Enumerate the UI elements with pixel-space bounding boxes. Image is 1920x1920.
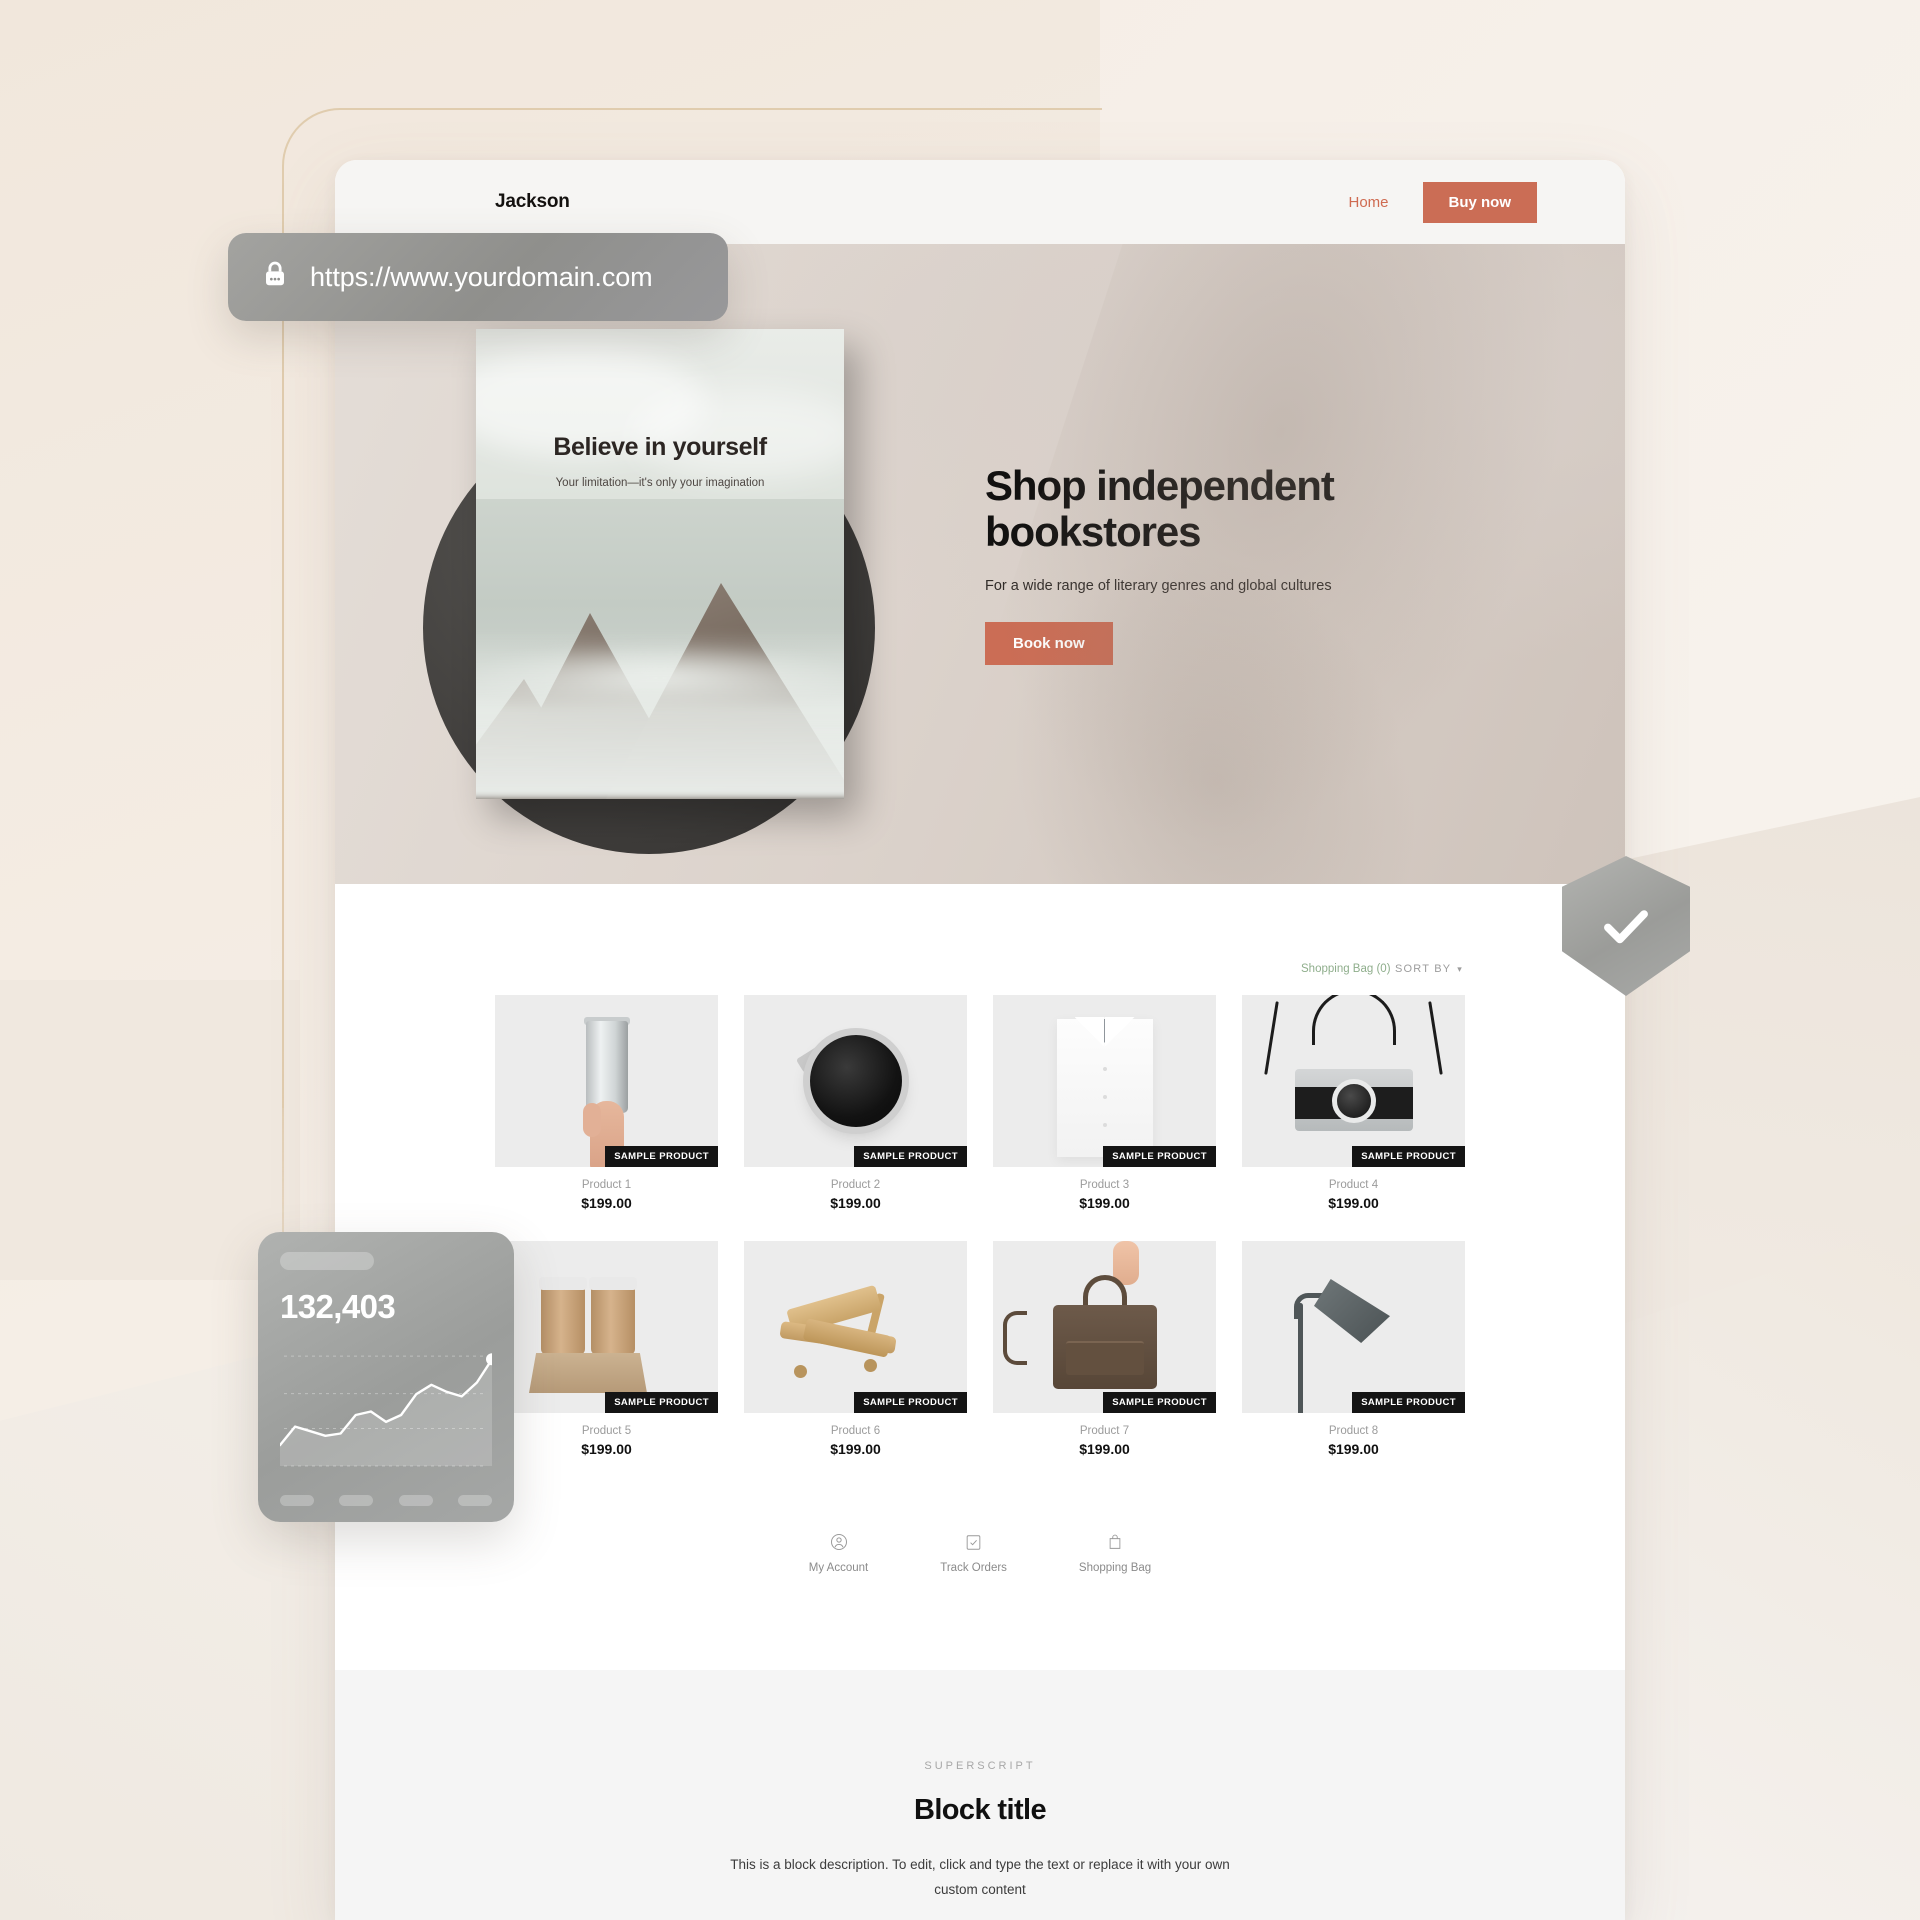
- sample-product-badge: SAMPLE PRODUCT: [1352, 1392, 1465, 1413]
- block-superscript: SUPERSCRIPT: [924, 1760, 1036, 1772]
- analytics-tick: [398, 1495, 433, 1506]
- product-card[interactable]: SAMPLE PRODUCT Product 5 $199.00: [495, 1241, 718, 1457]
- product-price: $199.00: [1328, 1441, 1379, 1457]
- product-grid: SAMPLE PRODUCT Product 1 $199.00 SAMPLE …: [495, 995, 1465, 1457]
- footer-link-track-orders[interactable]: Track Orders: [940, 1531, 1007, 1574]
- browser-window: Jackson Home Buy now Believe in yourself: [335, 160, 1625, 1920]
- product-art-desk-lamp: [1242, 1241, 1465, 1413]
- product-price: $199.00: [830, 1195, 881, 1211]
- product-art-shirt: [993, 995, 1216, 1167]
- product-thumbnail[interactable]: SAMPLE PRODUCT: [993, 995, 1216, 1167]
- hero-image-area: Believe in yourself Your limitation—it's…: [335, 244, 975, 884]
- analytics-tick: [339, 1495, 374, 1506]
- footer-link-my-account[interactable]: My Account: [809, 1531, 868, 1574]
- book-mountain-art: [476, 499, 844, 799]
- product-art-camera: [1242, 995, 1465, 1167]
- product-price: $199.00: [1079, 1441, 1130, 1457]
- background-pale-block: [0, 980, 300, 1280]
- shopping-bag-icon: [1079, 1531, 1151, 1553]
- footer-link-label: Shopping Bag: [1078, 1562, 1152, 1574]
- product-card[interactable]: SAMPLE PRODUCT Product 6 $199.00: [744, 1241, 967, 1457]
- product-thumbnail[interactable]: SAMPLE PRODUCT: [1242, 1241, 1465, 1413]
- product-art-tumbler: [495, 995, 718, 1167]
- product-card[interactable]: SAMPLE PRODUCT Product 8 $199.00: [1242, 1241, 1465, 1457]
- product-name: Product 3: [1079, 1179, 1130, 1191]
- block-description: This is a block description. To edit, cl…: [730, 1857, 1230, 1897]
- analytics-tick: [280, 1495, 314, 1506]
- analytics-chart: [278, 1340, 498, 1474]
- site-brand: Jackson: [495, 191, 570, 212]
- sample-product-badge: SAMPLE PRODUCT: [1352, 1146, 1465, 1167]
- product-thumbnail[interactable]: SAMPLE PRODUCT: [1242, 995, 1465, 1167]
- analytics-axis-ticks: [280, 1495, 492, 1506]
- site-footer-links: My Account Track Orders Shopping Bag: [335, 1457, 1625, 1670]
- book-cover-image: Believe in yourself Your limitation—it's…: [476, 329, 844, 799]
- analytics-card-overlay: 132,403: [258, 1232, 514, 1522]
- product-price: $199.00: [581, 1441, 632, 1457]
- block-section: SUPERSCRIPT Block title This is a block …: [335, 1670, 1625, 1920]
- product-price: $199.00: [1079, 1195, 1130, 1211]
- block-title: Block title: [914, 1794, 1047, 1826]
- product-name: Product 1: [581, 1179, 632, 1191]
- analytics-value: 132,403: [280, 1288, 396, 1325]
- product-name: Product 8: [1328, 1425, 1379, 1437]
- url-pill-overlay[interactable]: https://www.yourdomain.com: [228, 233, 728, 321]
- site-header: Jackson Home Buy now: [335, 160, 1625, 244]
- product-price: $199.00: [581, 1195, 632, 1211]
- sample-product-badge: SAMPLE PRODUCT: [1103, 1146, 1216, 1167]
- shop-toolbar: Shopping Bag (0) SORT BY ▾: [495, 952, 1465, 977]
- footer-link-label: Track Orders: [940, 1562, 1007, 1574]
- product-thumbnail[interactable]: SAMPLE PRODUCT: [495, 1241, 718, 1413]
- sort-by-control[interactable]: SORT BY ▾: [1395, 963, 1463, 975]
- sample-product-badge: SAMPLE PRODUCT: [605, 1146, 718, 1167]
- nav-link-home[interactable]: Home: [1348, 194, 1388, 211]
- product-name: Product 4: [1328, 1179, 1379, 1191]
- product-art-leather-bag: [993, 1241, 1216, 1413]
- checklist-icon: [940, 1531, 1007, 1553]
- url-text: https://www.yourdomain.com: [310, 261, 653, 292]
- product-name: Product 7: [1079, 1425, 1130, 1437]
- product-name: Product 6: [830, 1425, 881, 1437]
- product-name: Product 2: [830, 1179, 881, 1191]
- product-thumbnail[interactable]: SAMPLE PRODUCT: [744, 1241, 967, 1413]
- product-art-mug: [744, 995, 967, 1167]
- product-thumbnail[interactable]: SAMPLE PRODUCT: [744, 995, 967, 1167]
- product-art-coffee-cups: [495, 1241, 718, 1413]
- analytics-placeholder-bar: [280, 1252, 374, 1270]
- product-card[interactable]: SAMPLE PRODUCT Product 4 $199.00: [1242, 995, 1465, 1211]
- site-nav: Home Buy now: [1348, 181, 1537, 223]
- product-thumbnail[interactable]: SAMPLE PRODUCT: [495, 995, 718, 1167]
- user-circle-icon: [809, 1531, 868, 1553]
- book-title: Believe in yourself: [553, 433, 767, 461]
- book-subtitle: Your limitation—it's only your imaginati…: [555, 477, 765, 489]
- product-name: Product 5: [581, 1425, 632, 1437]
- check-icon: [1604, 910, 1648, 944]
- hero-section: Believe in yourself Your limitation—it's…: [335, 244, 1625, 884]
- analytics-tick: [457, 1495, 492, 1506]
- lock-icon: [260, 258, 290, 297]
- sample-product-badge: SAMPLE PRODUCT: [854, 1392, 967, 1413]
- product-art-toy-plane: [744, 1241, 967, 1413]
- product-card[interactable]: SAMPLE PRODUCT Product 1 $199.00: [495, 995, 718, 1211]
- footer-link-label: My Account: [808, 1562, 869, 1574]
- shopping-bag-link[interactable]: Shopping Bag (0): [1301, 963, 1391, 975]
- product-thumbnail[interactable]: SAMPLE PRODUCT: [993, 1241, 1216, 1413]
- sample-product-badge: SAMPLE PRODUCT: [605, 1392, 718, 1413]
- book-fog: [476, 629, 844, 799]
- buy-now-button[interactable]: Buy now: [1422, 181, 1537, 223]
- product-price: $199.00: [1328, 1195, 1379, 1211]
- shop-section: Shopping Bag (0) SORT BY ▾ SAMPLE PRODUC…: [335, 884, 1625, 1457]
- product-price: $199.00: [830, 1441, 881, 1457]
- sort-by-label: SORT BY: [1394, 963, 1452, 975]
- product-card[interactable]: SAMPLE PRODUCT Product 7 $199.00: [993, 1241, 1216, 1457]
- footer-link-shopping-bag[interactable]: Shopping Bag: [1079, 1531, 1151, 1574]
- sample-product-badge: SAMPLE PRODUCT: [854, 1146, 967, 1167]
- product-card[interactable]: SAMPLE PRODUCT Product 2 $199.00: [744, 995, 967, 1211]
- product-card[interactable]: SAMPLE PRODUCT Product 3 $199.00: [993, 995, 1216, 1211]
- sample-product-badge: SAMPLE PRODUCT: [1103, 1392, 1216, 1413]
- chevron-down-icon: ▾: [1457, 963, 1463, 974]
